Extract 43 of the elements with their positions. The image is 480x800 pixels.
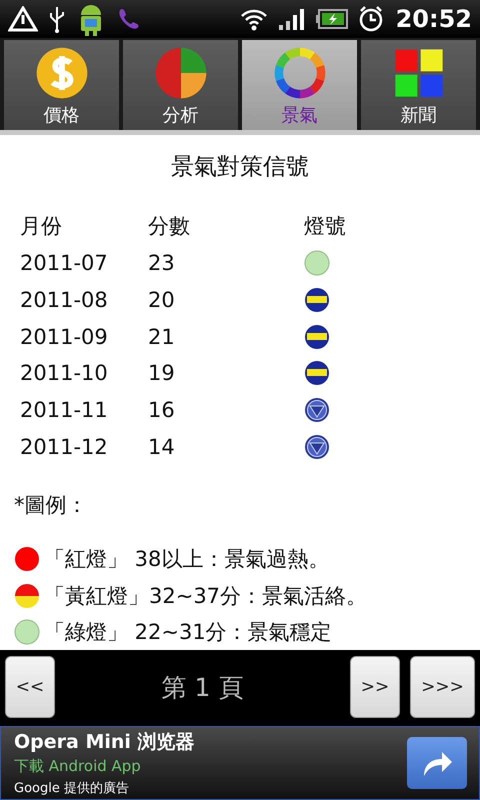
table-cell-text: 14 — [148, 434, 176, 459]
signal-icon — [278, 7, 306, 31]
column-header: 月份 — [20, 213, 63, 240]
last-page-button[interactable]: >>> — [410, 656, 475, 718]
table-cell-text: 16 — [148, 398, 176, 422]
clock-time: 20:52 — [396, 5, 472, 33]
legend-text: 「黃紅燈」32~37分：景氣活絡。 — [44, 582, 368, 610]
table-cell-text: 2011-07 — [20, 251, 109, 276]
next-page-button[interactable]: >> — [350, 656, 400, 718]
battery-icon — [316, 8, 348, 30]
table-cell-text: 2011-11 — [20, 398, 109, 422]
usb-icon — [48, 5, 66, 33]
table-cell-text: 2011-10 — [20, 361, 109, 386]
alarm-clock-icon — [358, 5, 384, 33]
page-title: 景氣對策信號 — [170, 153, 310, 182]
warning-icon — [8, 6, 38, 32]
table-cell-text: 19 — [148, 361, 176, 386]
tab[interactable]: 分析 — [123, 40, 238, 130]
tab[interactable]: 景氣 — [242, 40, 357, 130]
tab[interactable]: 價格 — [4, 40, 119, 130]
ad-banner[interactable]: Opera Mini 浏览器 下載 Android App Google 提供的廣告 — [0, 726, 480, 800]
column-header: 燈號 — [304, 213, 347, 240]
table-cell-text: 23 — [148, 251, 176, 276]
dollar-coin-icon — [34, 46, 88, 100]
legend-text: 「綠燈」 22~31分：景氣穩定 — [44, 618, 332, 646]
page-number: 第 1 頁 — [160, 672, 244, 704]
legend-title: *圖例： — [14, 492, 88, 520]
tab[interactable]: 新聞 — [361, 40, 476, 130]
legend-text: 「紅燈」 38以上：景氣過熱。 — [44, 546, 330, 574]
table-cell-text: 21 — [148, 324, 176, 349]
share-button[interactable] — [407, 737, 467, 789]
pie-chart-icon — [154, 46, 208, 100]
table-cell-text: 2011-12 — [20, 434, 109, 459]
column-header: 分數 — [148, 213, 191, 240]
ad-source: Google 提供的廣告 — [14, 780, 130, 797]
table-cell-text: 2011-09 — [20, 324, 109, 349]
ad-title: Opera Mini 浏览器 — [14, 730, 196, 755]
table-cell-text: 2011-08 — [20, 288, 109, 312]
first-page-button[interactable]: << — [5, 656, 55, 718]
table-cell-text: 20 — [148, 288, 176, 312]
color-wheel-icon — [272, 46, 326, 100]
ad-subtitle: 下載 Android App — [14, 757, 142, 776]
wifi-icon — [240, 7, 268, 31]
